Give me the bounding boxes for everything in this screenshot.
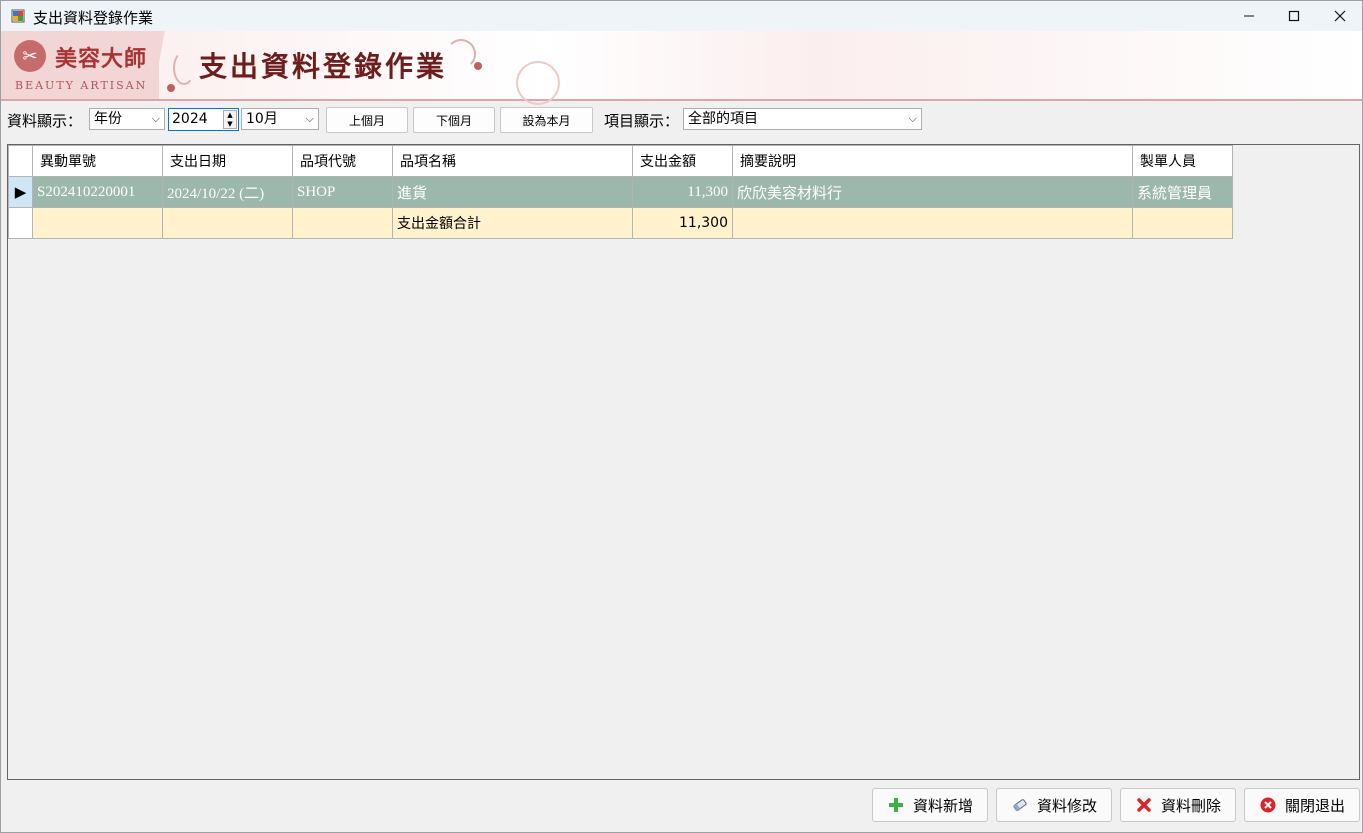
cell-id[interactable]: S202410220001 bbox=[32, 176, 163, 208]
title-bar: 支出資料登錄作業 bbox=[1, 1, 1362, 31]
cell-code[interactable]: SHOP bbox=[292, 176, 393, 208]
decoration-arc bbox=[446, 39, 476, 69]
column-header[interactable]: 品項代號 bbox=[292, 145, 393, 177]
chevron-down-icon: ⌵ bbox=[305, 112, 314, 125]
cell-memo[interactable]: 欣欣美容材料行 bbox=[732, 176, 1133, 208]
expense-grid[interactable]: 異動單號 支出日期 品項代號 品項名稱 支出金額 摘要說明 製單人員 ▶ S20… bbox=[7, 144, 1360, 780]
corner-header bbox=[8, 145, 33, 177]
close-icon bbox=[1334, 10, 1346, 22]
column-header[interactable]: 品項名稱 bbox=[392, 145, 633, 177]
year-value: 2024 bbox=[172, 111, 208, 127]
period-type-value: 年份 bbox=[94, 111, 122, 127]
table-row[interactable]: ▶ S202410220001 2024/10/22 (二) SHOP 進貨 1… bbox=[8, 176, 1233, 208]
header-banner: ✂ 美容大師 BEAUTY ARTISAN 支出資料登錄作業 bbox=[1, 31, 1362, 105]
column-header[interactable]: 摘要說明 bbox=[732, 145, 1133, 177]
plus-icon bbox=[887, 796, 905, 814]
minimize-button[interactable] bbox=[1226, 1, 1272, 31]
cell-maker[interactable]: 系統管理員 bbox=[1132, 176, 1233, 208]
main-window: 支出資料登錄作業 ✂ 美容大師 BEAUTY ARTISAN 支出資料登錄作業 … bbox=[0, 0, 1363, 833]
column-header[interactable]: 支出日期 bbox=[162, 145, 293, 177]
set-this-month-button[interactable]: 設為本月 bbox=[500, 107, 593, 133]
add-record-button[interactable]: 資料新增 bbox=[872, 788, 988, 822]
maximize-button[interactable] bbox=[1271, 1, 1317, 31]
chevron-down-icon: ⌵ bbox=[151, 112, 160, 125]
eraser-icon bbox=[1011, 796, 1029, 814]
data-table: 異動單號 支出日期 品項代號 品項名稱 支出金額 摘要說明 製單人員 ▶ S20… bbox=[8, 145, 1233, 239]
item-display-label: 項目顯示： bbox=[604, 112, 680, 130]
logo-text: 美容大師 bbox=[55, 46, 148, 72]
total-row: 支出金額合計 11,300 bbox=[8, 207, 1233, 239]
cell-date[interactable]: 2024/10/22 (二) bbox=[162, 176, 293, 208]
decoration-arc bbox=[516, 61, 560, 105]
chevron-down-icon: ⌵ bbox=[908, 112, 917, 125]
close-window-button[interactable] bbox=[1317, 1, 1362, 31]
period-type-select[interactable]: 年份 ⌵ bbox=[89, 108, 165, 130]
add-record-label: 資料新增 bbox=[912, 796, 973, 815]
decoration-dot bbox=[474, 62, 482, 70]
delete-record-button[interactable]: 資料刪除 bbox=[1120, 788, 1236, 822]
row-pointer-icon[interactable]: ▶ bbox=[8, 176, 33, 208]
maximize-icon bbox=[1288, 10, 1300, 22]
decoration-dot bbox=[167, 84, 175, 92]
month-value: 10月 bbox=[246, 111, 278, 127]
item-filter-select[interactable]: 全部的項目 ⌵ bbox=[683, 108, 922, 130]
page-title: 支出資料登錄作業 bbox=[199, 50, 448, 83]
logo-subtitle: BEAUTY ARTISAN bbox=[15, 79, 148, 92]
window-title: 支出資料登錄作業 bbox=[33, 9, 154, 27]
decoration-arc bbox=[173, 51, 195, 85]
scissors-icon: ✂ bbox=[14, 40, 46, 72]
data-display-label: 資料顯示： bbox=[7, 112, 83, 130]
close-exit-label: 關閉退出 bbox=[1284, 796, 1345, 815]
total-label: 支出金額合計 bbox=[392, 207, 633, 239]
item-filter-value: 全部的項目 bbox=[688, 111, 758, 127]
column-header[interactable]: 製單人員 bbox=[1132, 145, 1233, 177]
close-exit-button[interactable]: 關閉退出 bbox=[1244, 788, 1360, 822]
filter-toolbar: 資料顯示： 年份 ⌵ 2024 ▲ ▼ 10月 ⌵ 上個月 下個月 設為本月 項目… bbox=[1, 101, 1362, 141]
cell-amount[interactable]: 11,300 bbox=[632, 176, 733, 208]
next-month-button[interactable]: 下個月 bbox=[413, 107, 495, 133]
delete-x-icon bbox=[1135, 796, 1153, 814]
close-circle-icon bbox=[1259, 796, 1277, 814]
column-header[interactable]: 支出金額 bbox=[632, 145, 733, 177]
cell-name[interactable]: 進貨 bbox=[392, 176, 633, 208]
year-stepper[interactable]: 2024 ▲ ▼ bbox=[168, 108, 239, 131]
column-header[interactable]: 異動單號 bbox=[32, 145, 163, 177]
app-icon bbox=[11, 9, 25, 23]
month-select[interactable]: 10月 ⌵ bbox=[241, 108, 319, 130]
prev-month-button[interactable]: 上個月 bbox=[326, 107, 408, 133]
edit-record-label: 資料修改 bbox=[1036, 796, 1097, 815]
minimize-icon bbox=[1244, 15, 1254, 17]
edit-record-button[interactable]: 資料修改 bbox=[996, 788, 1112, 822]
spin-arrows-icon[interactable]: ▲ ▼ bbox=[223, 110, 237, 129]
total-amount: 11,300 bbox=[632, 207, 733, 239]
header-row: 異動單號 支出日期 品項代號 品項名稱 支出金額 摘要說明 製單人員 bbox=[8, 145, 1233, 177]
delete-record-label: 資料刪除 bbox=[1160, 796, 1221, 815]
